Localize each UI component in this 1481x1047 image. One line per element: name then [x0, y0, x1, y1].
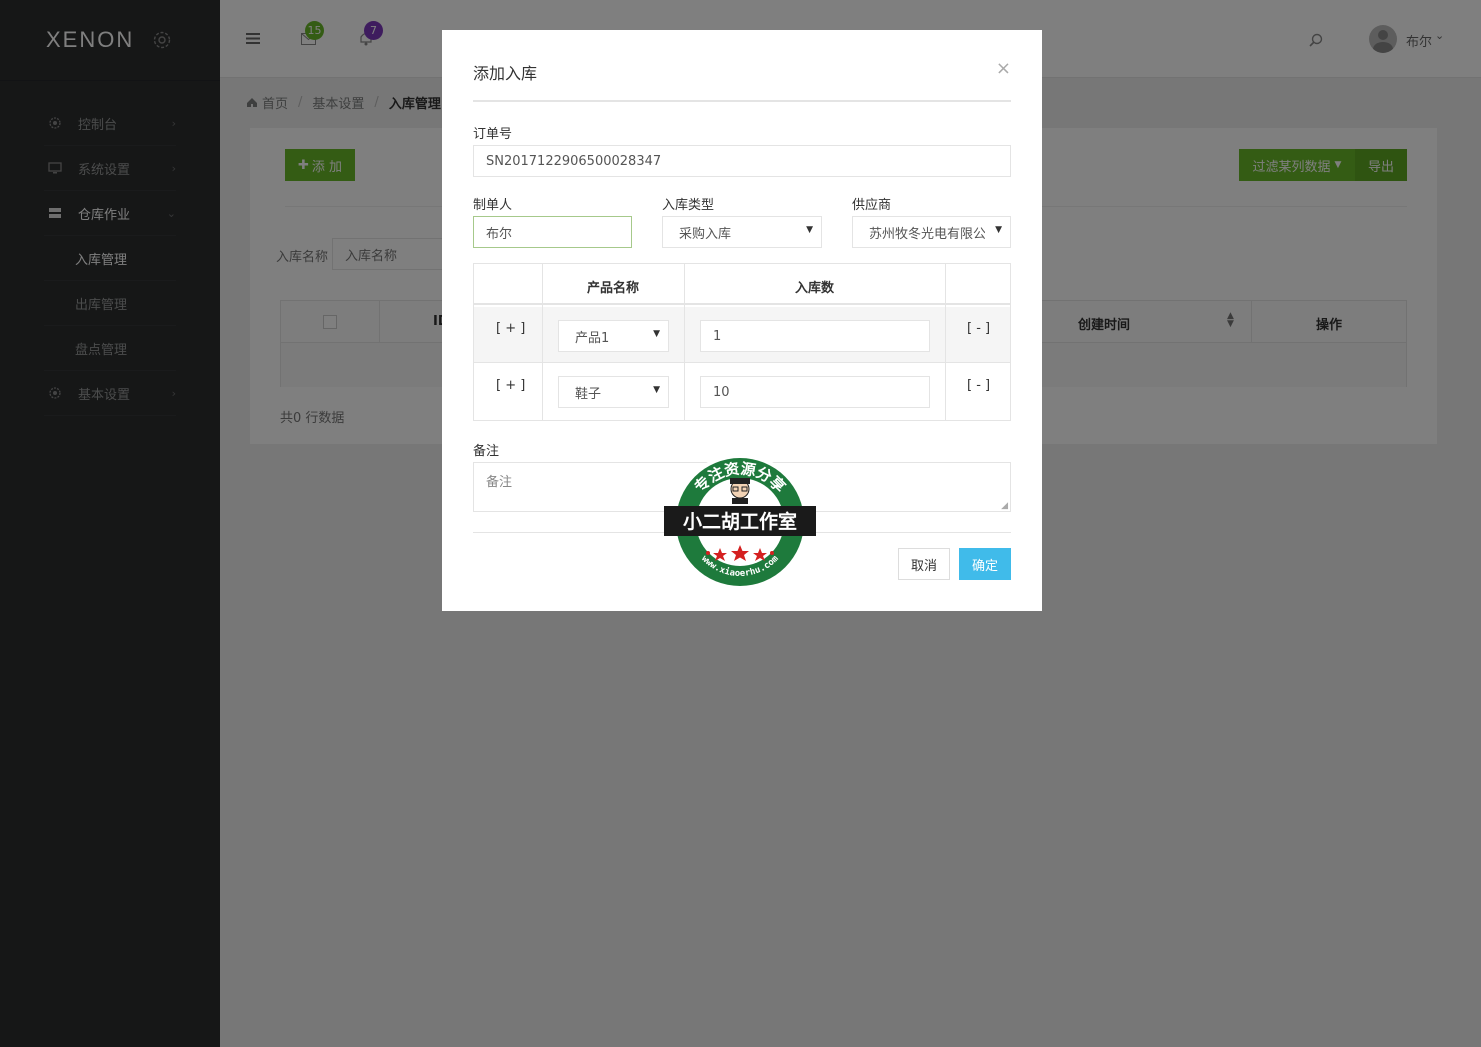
remove-row-button[interactable]: [ - ]	[967, 378, 990, 393]
remove-row-button[interactable]: [ - ]	[967, 321, 990, 336]
quantity-value: 10	[713, 384, 730, 400]
creator-field[interactable]: 布尔	[473, 216, 632, 248]
quantity-input[interactable]: 10	[700, 376, 930, 408]
inbound-type-label: 入库类型	[662, 198, 715, 213]
cartoon-face-icon	[730, 478, 750, 504]
supplier-label: 供应商	[852, 198, 892, 213]
supplier-value: 苏州牧冬光电有限公	[869, 226, 985, 242]
close-icon[interactable]: ×	[996, 58, 1011, 79]
order-no-value: SN2017122906500028347	[486, 153, 662, 169]
resize-handle-icon[interactable]: ◢	[1001, 501, 1008, 511]
dropdown-arrow-icon: ▼	[992, 225, 1002, 235]
creator-value: 布尔	[486, 226, 513, 242]
order-no-label: 订单号	[473, 127, 513, 142]
quantity-header: 入库数	[795, 281, 835, 296]
add-row-button[interactable]: [ + ]	[496, 378, 525, 393]
modal-title: 添加入库	[473, 64, 538, 83]
table-row: [ + ] 鞋子 ▼ 10 [ - ]	[474, 364, 1010, 420]
product-name-header: 产品名称	[587, 281, 640, 296]
product-table: 产品名称 入库数 [ + ] 产品1 ▼ 1 [ - ] [ + ] 鞋子 ▼ …	[473, 263, 1011, 421]
add-row-button[interactable]: [ + ]	[496, 321, 525, 336]
quantity-value: 1	[713, 328, 722, 344]
column-divider	[542, 307, 543, 363]
inbound-type-value: 采购入库	[679, 226, 732, 242]
confirm-label: 确定	[971, 558, 998, 574]
cancel-button[interactable]: 取消	[898, 548, 950, 580]
dropdown-arrow-icon: ▼	[653, 385, 660, 395]
order-no-field[interactable]: SN2017122906500028347	[473, 145, 1011, 177]
remark-placeholder: 备注	[486, 475, 513, 490]
column-divider	[684, 364, 685, 420]
column-divider	[542, 364, 543, 420]
quantity-input[interactable]: 1	[700, 320, 930, 352]
product-value: 鞋子	[575, 386, 602, 402]
modal-header-divider	[473, 100, 1011, 102]
creator-label: 制单人	[473, 198, 513, 213]
column-divider	[945, 307, 946, 363]
stamp-center-text: 小二胡工作室	[683, 510, 797, 533]
dropdown-arrow-icon: ▼	[653, 329, 660, 339]
cancel-label: 取消	[910, 558, 937, 574]
watermark-stamp: 专注资源分享 www.xiaoerhu.com 小二胡工作室	[664, 454, 816, 590]
supplier-select[interactable]: 苏州牧冬光电有限公 ▼	[852, 216, 1011, 248]
column-divider	[945, 364, 946, 420]
remark-label: 备注	[473, 444, 500, 459]
product-select[interactable]: 产品1 ▼	[558, 320, 669, 352]
confirm-button[interactable]: 确定	[959, 548, 1011, 580]
product-table-header: 产品名称 入库数	[474, 264, 1010, 305]
product-value: 产品1	[575, 330, 610, 346]
dropdown-arrow-icon: ▼	[806, 225, 813, 235]
product-select[interactable]: 鞋子 ▼	[558, 376, 669, 408]
table-row: [ + ] 产品1 ▼ 1 [ - ]	[474, 307, 1010, 363]
column-divider	[684, 307, 685, 363]
inbound-type-select[interactable]: 采购入库 ▼	[662, 216, 822, 248]
